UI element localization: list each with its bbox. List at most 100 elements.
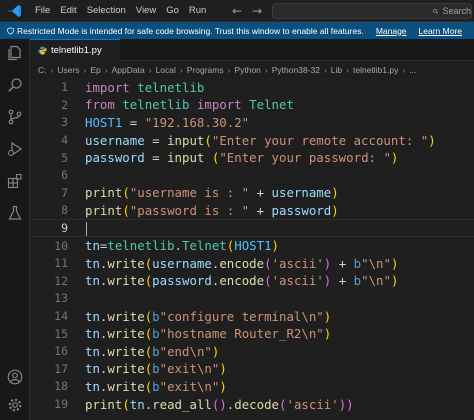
navigation-arrows: ← → <box>232 0 262 22</box>
code-token: = <box>122 114 145 130</box>
breadcrumb-item[interactable]: Programs <box>187 65 224 75</box>
code-text: tn.write(b"configure terminal\n") <box>85 309 331 324</box>
breadcrumb-item[interactable]: AppData <box>112 65 145 75</box>
breadcrumb-item[interactable]: telnetlib1.py <box>353 65 398 75</box>
code-token: "password is : " <box>129 202 250 218</box>
breadcrumb-item[interactable]: Users <box>57 65 79 75</box>
code-line[interactable]: 14 tn.write(b"configure terminal\n") <box>30 307 474 325</box>
restricted-mode-banner: Restricted Mode is intended for safe cod… <box>0 22 474 39</box>
code-line[interactable]: 6 <box>30 167 474 185</box>
code-text: print("password is : " + password) <box>85 203 339 218</box>
menu-item-go[interactable]: Go <box>161 0 184 22</box>
code-token: from <box>85 97 115 113</box>
code-text: HOST1 = "192.168.30.2" <box>85 115 249 130</box>
code-token: + <box>331 255 354 271</box>
forward-arrow-icon[interactable]: → <box>252 4 262 18</box>
line-number: 5 <box>61 150 68 165</box>
code-token: write <box>107 326 145 342</box>
code-token: telnetlib <box>122 97 190 113</box>
code-line[interactable]: 19 print(tn.read_all().decode('ascii')) <box>30 395 474 413</box>
code-token: username <box>85 132 145 148</box>
breadcrumb-item[interactable]: C: <box>38 65 47 75</box>
line-number: 10 <box>54 238 68 253</box>
code-token: Telnet <box>249 97 294 113</box>
code-token: tn <box>85 361 100 377</box>
menu-item-file[interactable]: File <box>30 0 55 22</box>
code-line[interactable]: 18 tn.write(b"exit\n") <box>30 378 474 396</box>
editor-tabs: telnetlib1.py <box>30 39 474 61</box>
code-token: 'ascii' <box>271 273 324 289</box>
breadcrumb-separator-icon: › <box>104 64 108 75</box>
code-text: tn.write(b"end\n") <box>85 344 219 359</box>
manage-link[interactable]: Manage <box>376 26 407 36</box>
line-number: 7 <box>61 185 68 200</box>
command-center-search[interactable]: Search <box>272 3 472 19</box>
code-token: telnetlib <box>107 238 175 254</box>
code-token: input <box>167 132 205 148</box>
learn-more-link[interactable]: Learn More <box>419 26 462 36</box>
breadcrumb-separator-icon: › <box>148 64 152 75</box>
code-token: "Enter your password: " <box>219 150 391 166</box>
code-line[interactable]: 4 username = input("Enter your remote acc… <box>30 131 474 149</box>
code-line[interactable]: 12 tn.write(password.encode('ascii') + b"… <box>30 272 474 290</box>
code-token: print <box>85 185 123 201</box>
menu-item-selection[interactable]: Selection <box>82 0 131 22</box>
python-file-icon <box>38 46 47 55</box>
settings-gear-icon[interactable] <box>5 395 25 415</box>
code-editor[interactable]: 1 import telnetlib 2 from telnetlib import … <box>30 78 474 420</box>
code-token: import <box>85 79 130 95</box>
code-token: + <box>249 202 272 218</box>
code-token: b <box>353 273 362 289</box>
code-line[interactable]: 16 tn.write(b"end\n") <box>30 343 474 361</box>
extensions-icon[interactable] <box>5 171 25 191</box>
code-line[interactable]: 10 tn=telnetlib.Telnet(HOST1) <box>30 237 474 255</box>
menu-item-run[interactable]: Run <box>184 0 211 22</box>
breadcrumb-item[interactable]: Python38-32 <box>272 65 320 75</box>
code-token: print <box>85 396 123 412</box>
code-token: tn <box>85 343 100 359</box>
code-line[interactable]: 15 tn.write(b"hostname Router_R2\n") <box>30 325 474 343</box>
code-line[interactable]: 17 tn.write(b"exit\n") <box>30 360 474 378</box>
code-text: from telnetlib import Telnet <box>85 97 294 112</box>
code-line[interactable]: 13 <box>30 290 474 308</box>
code-line[interactable]: 7 print("username is : " + username) <box>30 184 474 202</box>
source-control-icon[interactable] <box>5 107 25 127</box>
code-token: Telnet <box>182 238 227 254</box>
menu-item-edit[interactable]: Edit <box>55 0 81 22</box>
tab-telnetlib1[interactable]: telnetlib1.py <box>30 39 120 61</box>
account-icon[interactable] <box>5 367 25 387</box>
breadcrumb-item[interactable]: Local <box>156 65 176 75</box>
run-debug-icon[interactable] <box>5 139 25 159</box>
code-token: password <box>271 202 332 218</box>
menu-item-view[interactable]: View <box>131 0 161 22</box>
code-token: ) <box>219 361 227 377</box>
code-line[interactable]: 3 HOST1 = "192.168.30.2" <box>30 114 474 132</box>
line-number: 6 <box>61 168 68 183</box>
code-line[interactable]: 9 <box>30 219 474 237</box>
code-line[interactable]: 8 print("password is : " + password) <box>30 202 474 220</box>
code-text: print(tn.read_all().decode('ascii')) <box>85 397 354 412</box>
line-number: 12 <box>54 273 68 288</box>
testing-flask-icon[interactable] <box>5 203 25 223</box>
code-token: . <box>174 238 182 254</box>
code-token: tn <box>85 378 100 394</box>
code-token: tn <box>85 326 100 342</box>
breadcrumb-item[interactable]: Python <box>234 65 260 75</box>
code-line[interactable]: 1 import telnetlib <box>30 79 474 97</box>
code-line[interactable]: 2 from telnetlib import Telnet <box>30 96 474 114</box>
activity-bar <box>0 39 30 420</box>
code-line[interactable]: 5 password = input ("Enter your password:… <box>30 149 474 167</box>
back-arrow-icon[interactable]: ← <box>232 4 242 18</box>
code-token: "\n" <box>361 273 391 289</box>
search-icon[interactable] <box>5 75 25 95</box>
code-line[interactable]: 11 tn.write(username.encode('ascii') + b"… <box>30 255 474 273</box>
line-number: 8 <box>61 203 68 218</box>
breadcrumb-separator-icon: › <box>264 64 268 75</box>
breadcrumb-item[interactable]: ... <box>409 65 416 75</box>
breadcrumb-item[interactable]: Ep <box>90 65 100 75</box>
explorer-icon[interactable] <box>5 43 25 63</box>
code-text: tn.write(b"hostname Router_R2\n") <box>85 326 331 341</box>
code-token: ) <box>390 150 399 166</box>
breadcrumb-item[interactable]: Lib <box>331 65 342 75</box>
code-token: ) <box>219 378 227 394</box>
